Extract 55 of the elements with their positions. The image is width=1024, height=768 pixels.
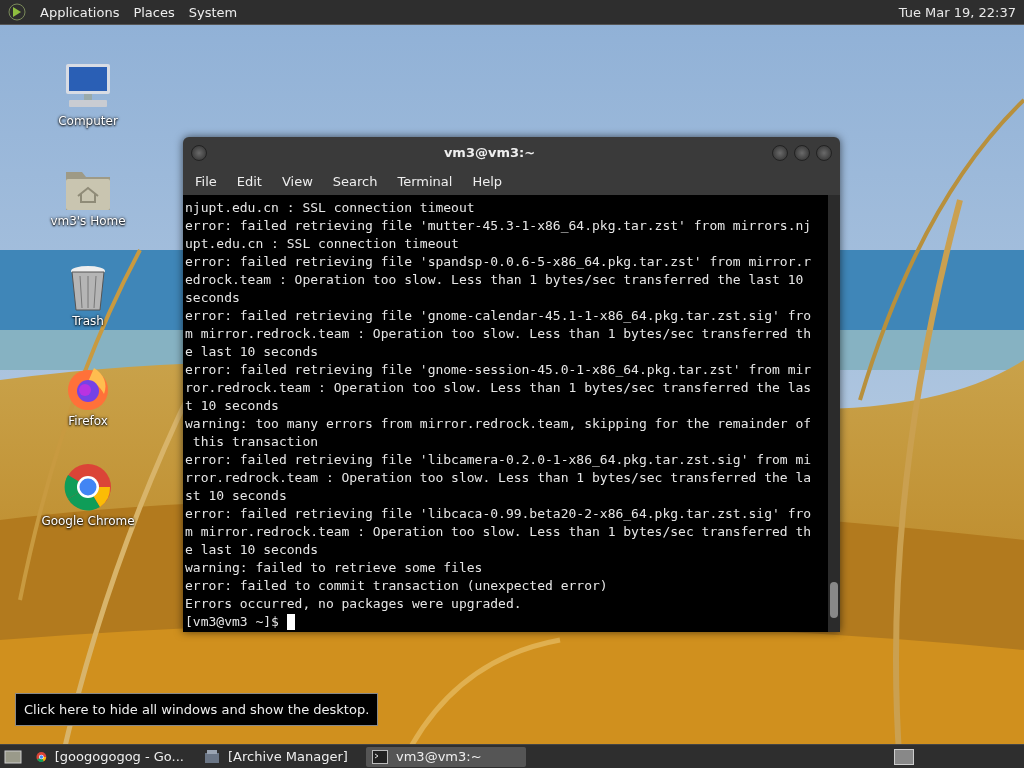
terminal-line: error: failed to commit transaction (unexpected error) bbox=[185, 577, 608, 595]
terminal-line: error: failed retrieving file 'libcamera-0.2.0-1-x86_64.pkg.tar.zst.sig' from mi bbox=[185, 451, 812, 469]
panel-menu[interactable]: System bbox=[188, 4, 238, 20]
terminal-line: njupt.edu.cn : SSL connection timeout bbox=[185, 199, 475, 217]
chrome-icon bbox=[63, 462, 113, 512]
text-cursor bbox=[286, 614, 295, 630]
panel-menu[interactable]: Places bbox=[133, 4, 175, 20]
terminal-line: this transaction bbox=[191, 433, 319, 451]
terminal-line: rror.redrock.team : Operation too slow. Less than 1 bytes/sec transferred the la bbox=[185, 469, 812, 487]
archive-icon bbox=[204, 748, 220, 765]
terminal-line: warning: too many errors from mirror.redrock.team, skipping for the remainder of bbox=[185, 415, 812, 433]
trash-icon bbox=[68, 264, 108, 312]
workspace-switcher[interactable] bbox=[894, 748, 914, 765]
terminal-line: error: failed retrieving file 'mutter-45.3-1-x86_64.pkg.tar.zst' from mirrors.nj bbox=[185, 217, 812, 235]
panel-menu[interactable]: Applications bbox=[40, 4, 120, 20]
window-menu-button[interactable] bbox=[191, 144, 207, 161]
terminal-line: error: failed retrieving file 'gnome-calendar-45.1-1-x86_64.pkg.tar.zst.sig' fro bbox=[185, 307, 812, 325]
close-button[interactable] bbox=[816, 144, 832, 161]
menu-item[interactable]: View bbox=[271, 171, 323, 192]
menu-item[interactable]: Edit bbox=[226, 171, 272, 192]
minimize-button[interactable] bbox=[772, 144, 788, 161]
taskbar-button[interactable]: [googogogog - Go... bbox=[30, 746, 190, 767]
menu-item[interactable]: Search bbox=[322, 171, 388, 192]
terminal-line: t 10 seconds bbox=[185, 397, 279, 415]
terminal-line: m mirror.redrock.team : Operation too slow. Less than 1 bytes/sec transferred th bbox=[185, 523, 812, 541]
shell-prompt: [vm3@vm3 ~]$ bbox=[185, 613, 279, 631]
terminal-line: upt.edu.cn : SSL connection timeout bbox=[185, 235, 459, 253]
terminal-line: m mirror.redrock.team : Operation too slow. Less than 1 bytes/sec transferred th bbox=[185, 325, 812, 343]
terminal-line: error: failed retrieving file 'libcaca-0.99.beta20-2-x86_64.pkg.tar.zst.sig' fro bbox=[185, 505, 812, 523]
show-desktop-icon[interactable] bbox=[4, 748, 22, 765]
taskbar-button[interactable]: [Archive Manager] bbox=[198, 746, 358, 767]
terminal-line: error: failed retrieving file 'gnome-session-45.0-1-x86_64.pkg.tar.zst' from mir bbox=[185, 361, 812, 379]
clock[interactable]: Tue Mar 19, 22:37 bbox=[898, 4, 1016, 20]
menu-item[interactable]: Help bbox=[462, 171, 513, 192]
tooltip: Click here to hide all windows and show the desktop. bbox=[15, 693, 379, 726]
terminal-line: Errors occurred, no packages were upgraded. bbox=[185, 595, 522, 613]
desktop-icon-label[interactable]: Trash bbox=[72, 314, 104, 328]
terminal-line: seconds bbox=[185, 289, 240, 307]
scrollbar-thumb[interactable] bbox=[830, 582, 838, 618]
menu-item[interactable]: File bbox=[185, 171, 227, 192]
menu-item[interactable]: Terminal bbox=[387, 171, 463, 192]
terminal-line: e last 10 seconds bbox=[185, 541, 319, 559]
terminal-line: warning: failed to retrieve some files bbox=[185, 559, 483, 577]
terminal-icon bbox=[372, 749, 388, 764]
desktop-icon-label[interactable]: Google Chrome bbox=[41, 514, 135, 528]
maximize-button[interactable] bbox=[794, 144, 810, 161]
window-title: vm3@vm3:~ bbox=[442, 145, 537, 160]
taskbar-button[interactable]: vm3@vm3:~ bbox=[366, 746, 526, 767]
scrollbar[interactable] bbox=[828, 195, 840, 632]
terminal-line: edrock.team : Operation too slow. Less than 1 bytes/sec transferred the last 10 bbox=[185, 271, 804, 289]
logo-icon[interactable] bbox=[8, 3, 26, 21]
terminal-line: ror.redrock.team : Operation too slow. Less than 1 bytes/sec transferred the las bbox=[185, 379, 812, 397]
terminal-line: st 10 seconds bbox=[185, 487, 287, 505]
terminal-line: error: failed retrieving file 'spandsp-0.0.6-5-x86_64.pkg.tar.zst' from mirror.r bbox=[185, 253, 812, 271]
terminal-line: e last 10 seconds bbox=[185, 343, 319, 361]
